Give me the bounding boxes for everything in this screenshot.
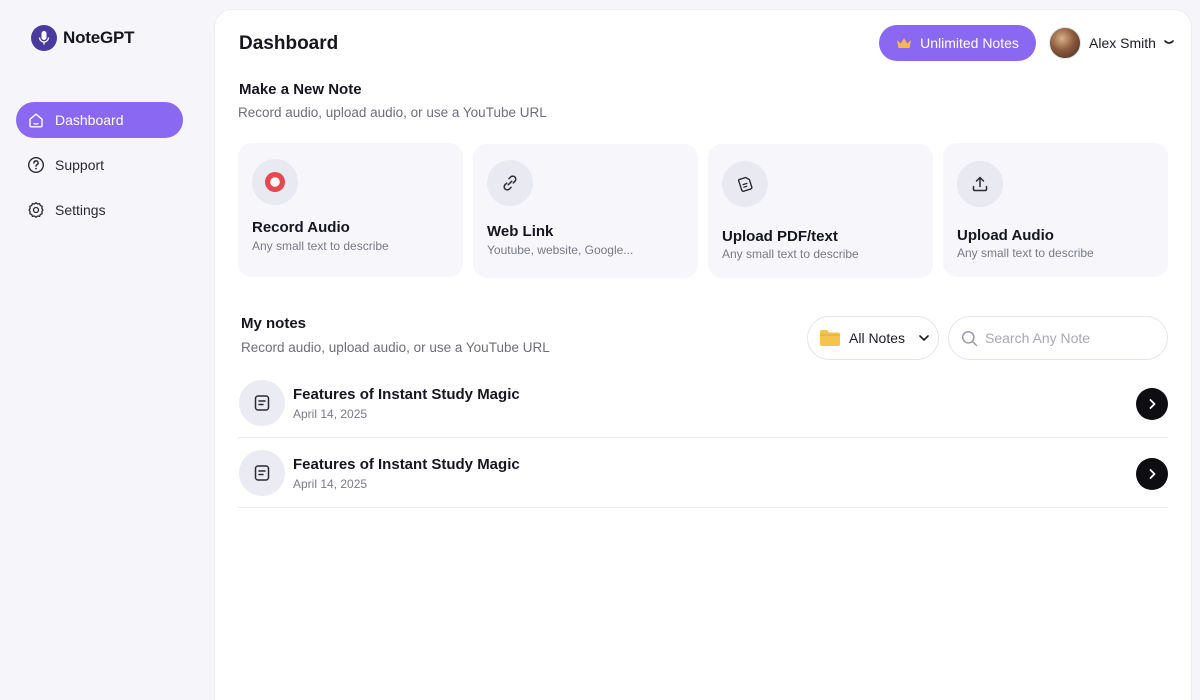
- my-notes-title: My notes: [241, 315, 307, 332]
- card-description: Any small text to describe: [957, 246, 1094, 260]
- card-description: Any small text to describe: [722, 247, 859, 261]
- notes-list: Features of Instant Study Magic April 14…: [238, 368, 1168, 508]
- unlimited-notes-label: Unlimited Notes: [920, 35, 1019, 51]
- note-date: April 14, 2025: [293, 407, 368, 421]
- search-input[interactable]: [985, 330, 1155, 346]
- card-title: Web Link: [487, 223, 554, 240]
- app-name: NoteGPT: [63, 28, 135, 47]
- unlimited-notes-button[interactable]: Unlimited Notes: [879, 25, 1036, 61]
- sidebar-item-label: Dashboard: [55, 112, 124, 128]
- new-note-title: Make a New Note: [239, 81, 362, 98]
- crown-icon: [897, 37, 912, 48]
- avatar: [1049, 27, 1081, 59]
- record-icon: [252, 159, 298, 205]
- chevron-right-icon[interactable]: [1136, 458, 1168, 490]
- list-item[interactable]: Features of Instant Study Magic April 14…: [238, 368, 1168, 438]
- home-icon: [29, 113, 43, 128]
- link-icon: [487, 160, 533, 206]
- notes-search[interactable]: [948, 316, 1168, 360]
- chevron-down-icon: [919, 335, 929, 341]
- note-icon: [239, 450, 285, 496]
- page-title: Dashboard: [239, 33, 339, 54]
- card-description: Any small text to describe: [252, 239, 389, 253]
- sidebar-item-label: Support: [55, 157, 105, 173]
- filter-label: All Notes: [849, 330, 906, 346]
- sidebar-item-dashboard[interactable]: Dashboard: [16, 102, 183, 138]
- note-title: Features of Instant Study Magic: [293, 386, 520, 403]
- chevron-right-icon[interactable]: [1136, 388, 1168, 420]
- upload-pdf-card[interactable]: Upload PDF/text Any small text to descri…: [708, 144, 933, 278]
- record-audio-card[interactable]: Record Audio Any small text to describe: [238, 143, 463, 277]
- sidebar-item-label: Settings: [55, 202, 106, 218]
- sidebar-item-settings[interactable]: Settings: [16, 192, 183, 228]
- search-icon: [961, 330, 978, 346]
- note-icon: [239, 380, 285, 426]
- upload-icon: [957, 161, 1003, 207]
- gear-icon: [28, 202, 44, 218]
- sidebar: NoteGPT Dashboard Support Settings: [0, 0, 213, 700]
- question-circle-icon: [27, 156, 45, 174]
- list-item[interactable]: Features of Instant Study Magic April 14…: [238, 438, 1168, 508]
- user-menu[interactable]: Alex Smith: [1049, 27, 1174, 59]
- sidebar-item-support[interactable]: Support: [16, 147, 183, 183]
- notes-filter-dropdown[interactable]: All Notes: [807, 316, 939, 360]
- chevron-down-icon: [1164, 40, 1174, 44]
- microphone-icon: [31, 25, 57, 51]
- card-title: Upload PDF/text: [722, 228, 838, 245]
- upload-audio-card[interactable]: Upload Audio Any small text to describe: [943, 143, 1168, 277]
- sidebar-nav: Dashboard Support Settings: [16, 102, 183, 237]
- logo[interactable]: NoteGPT: [31, 25, 135, 51]
- card-description: Youtube, website, Google...: [487, 243, 634, 257]
- my-notes-subtitle: Record audio, upload audio, or use a You…: [241, 340, 550, 355]
- web-link-card[interactable]: Web Link Youtube, website, Google...: [473, 144, 698, 278]
- card-title: Upload Audio: [957, 227, 1054, 244]
- new-note-cards: Record Audio Any small text to describe …: [238, 143, 1168, 278]
- folder-icon: [820, 330, 840, 346]
- card-title: Record Audio: [252, 219, 350, 236]
- note-title: Features of Instant Study Magic: [293, 456, 520, 473]
- main-panel: Dashboard Unlimited Notes Alex Smith Mak…: [214, 9, 1192, 700]
- document-icon: [722, 161, 768, 207]
- note-date: April 14, 2025: [293, 477, 368, 491]
- user-name: Alex Smith: [1089, 35, 1156, 51]
- new-note-subtitle: Record audio, upload audio, or use a You…: [238, 105, 547, 120]
